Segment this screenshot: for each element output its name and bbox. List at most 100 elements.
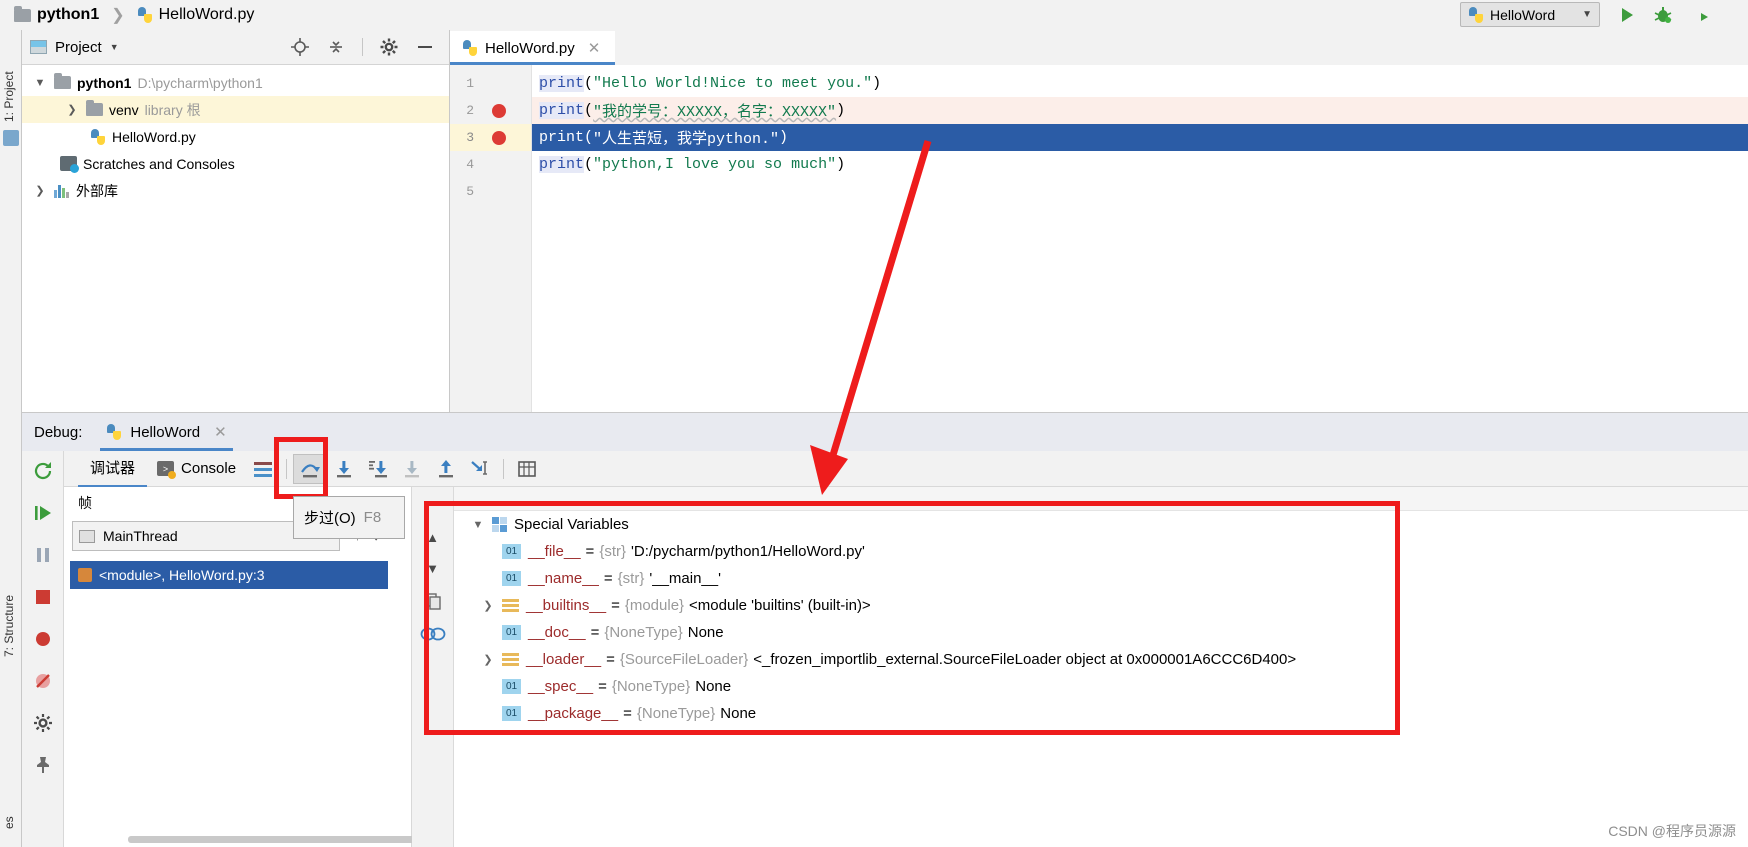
breakpoint-icon[interactable] — [492, 104, 506, 118]
debug-tool-window: Debug: HelloWord ✕ 调试器 > Console 帧 MainT… — [22, 412, 1748, 847]
tree-item-label: python1 — [77, 74, 132, 91]
variable-name: Special Variables — [514, 516, 629, 533]
gear-icon[interactable] — [379, 37, 399, 57]
chevron-right-icon[interactable]: ❯ — [474, 599, 502, 612]
pin-tab-icon[interactable] — [31, 753, 55, 777]
move-up-icon[interactable]: ▲ — [426, 530, 439, 545]
gutter-row[interactable]: 1 — [450, 70, 531, 97]
variable-value: <_frozen_importlib_external.SourceFileLo… — [753, 651, 1297, 668]
collapse-all-icon[interactable] — [326, 37, 346, 57]
breadcrumb-project[interactable]: python1 — [37, 6, 99, 24]
code-line-5[interactable] — [532, 178, 1748, 205]
step-out-icon[interactable] — [429, 454, 463, 484]
close-icon[interactable]: ✕ — [214, 423, 227, 441]
python-file-icon — [90, 128, 106, 145]
sidebar-tab-structure[interactable]: 7: Structure — [2, 571, 20, 657]
hide-panel-icon[interactable] — [415, 37, 435, 57]
watches-icon[interactable] — [420, 626, 446, 642]
code-line-4[interactable]: print("python,I love you so much") — [532, 151, 1748, 178]
mute-breakpoints-icon[interactable] — [31, 669, 55, 693]
variable-row[interactable]: ❯ __loader__ = {SourceFileLoader} <_froz… — [454, 646, 1748, 673]
force-step-into-icon[interactable] — [361, 454, 395, 484]
evaluate-expression-icon[interactable] — [510, 454, 544, 484]
breakpoint-icon[interactable] — [492, 131, 506, 145]
equals-sign: = — [623, 705, 632, 722]
step-over-icon[interactable] — [293, 453, 328, 484]
sidebar-tab-project[interactable]: 1: Project — [2, 42, 20, 122]
editor-tab-hellowordpy[interactable]: HelloWord.py ✕ — [450, 31, 615, 65]
layout-settings-icon[interactable] — [246, 454, 280, 484]
variable-row[interactable]: ❯ __builtins__ = {module} <module 'built… — [454, 592, 1748, 619]
chevron-right-icon[interactable]: ❯ — [64, 103, 80, 116]
folder-icon — [14, 5, 31, 22]
editor-gutter[interactable]: 1 2 3 4 5 — [450, 65, 532, 412]
view-breakpoints-icon[interactable] — [31, 627, 55, 651]
move-down-icon[interactable]: ▼ — [426, 561, 439, 576]
variable-row[interactable]: 01 __name__ = {str} '__main__' — [454, 565, 1748, 592]
variable-row[interactable]: 01 __spec__ = {NoneType} None — [454, 673, 1748, 700]
frames-horizontal-scrollbar[interactable] — [128, 836, 448, 843]
tree-item-scratches[interactable]: Scratches and Consoles — [22, 150, 449, 177]
frame-label: <module>, HelloWord.py:3 — [99, 567, 265, 583]
frame-list-item[interactable]: <module>, HelloWord.py:3 — [70, 561, 388, 589]
gutter-row[interactable]: 5 — [450, 178, 531, 205]
equals-sign: = — [603, 570, 613, 587]
variable-value: '__main__' — [649, 570, 721, 587]
variable-row[interactable]: 01 __file__ = {str} 'D:/pycharm/python1/… — [454, 538, 1748, 565]
chevron-right-icon[interactable]: ❯ — [474, 653, 502, 666]
tree-item-hellowordpy[interactable]: HelloWord.py — [22, 123, 449, 150]
chevron-right-icon[interactable]: ❯ — [32, 184, 48, 197]
run-with-coverage-button[interactable] — [1686, 3, 1712, 27]
code-line-3[interactable]: print("人生苦短，我学python.") — [532, 124, 1748, 151]
close-icon[interactable]: ✕ — [588, 39, 601, 57]
sidebar-tab-favorites[interactable]: es — [2, 809, 20, 829]
breadcrumb-file[interactable]: HelloWord.py — [159, 6, 255, 24]
run-button[interactable] — [1614, 3, 1640, 27]
step-into-my-code-icon[interactable] — [395, 454, 429, 484]
python-session-icon — [106, 424, 122, 440]
tab-console[interactable]: > Console — [147, 460, 246, 479]
variables-side-toolbar: − ▲ ▼ — [412, 487, 454, 847]
code-func: print — [539, 102, 585, 119]
tree-item-venv[interactable]: ❯ venv library 根 — [22, 96, 449, 123]
variables-pane[interactable]: ▼ Special Variables 01 __file__ = {str} … — [454, 487, 1748, 847]
variable-value: None — [695, 678, 732, 695]
module-icon — [502, 598, 519, 613]
chevron-down-icon[interactable]: ▼ — [110, 42, 119, 52]
code-lines[interactable]: print("Hello World!Nice to meet you.") p… — [532, 65, 1748, 412]
gutter-row[interactable]: 4 — [450, 151, 531, 178]
variable-row[interactable]: 01 __doc__ = {NoneType} None — [454, 619, 1748, 646]
tree-item-external-libraries[interactable]: ❯ 外部库 — [22, 177, 449, 204]
chevron-down-icon[interactable]: ▼ — [464, 519, 492, 531]
debug-session-tab[interactable]: HelloWord ✕ — [100, 413, 234, 451]
code-paren-close: ) — [836, 102, 846, 119]
gutter-row[interactable]: 3 — [450, 124, 531, 151]
variable-value: None — [687, 624, 724, 641]
variable-row[interactable]: 01 __package__ = {NoneType} None — [454, 700, 1748, 727]
tab-debugger[interactable]: 调试器 — [78, 451, 148, 487]
chevron-down-icon[interactable]: ▼ — [32, 77, 48, 89]
pause-program-icon[interactable] — [31, 543, 55, 567]
variable-row-special[interactable]: ▼ Special Variables — [454, 511, 1748, 538]
thread-label: MainThread — [103, 528, 178, 544]
tree-item-python1[interactable]: ▼ python1 D:\pycharm\python1 — [22, 69, 449, 96]
settings-gear-icon[interactable] — [31, 711, 55, 735]
gutter-row[interactable]: 2 — [450, 97, 531, 124]
variable-type: {module} — [624, 597, 685, 614]
code-line-2[interactable]: print("我的学号：XXXXX，名字：XXXXX") — [532, 97, 1748, 124]
locate-file-icon[interactable] — [290, 37, 310, 57]
code-line-1[interactable]: print("Hello World!Nice to meet you.") — [532, 70, 1748, 97]
tree-item-detail: library 根 — [144, 101, 201, 118]
code-func: print — [539, 75, 585, 92]
python-file-icon — [137, 7, 153, 23]
step-into-icon[interactable] — [327, 454, 361, 484]
copy-value-icon[interactable] — [424, 592, 442, 610]
run-to-cursor-icon[interactable] — [463, 454, 497, 484]
rerun-icon[interactable] — [31, 459, 55, 483]
stop-program-icon[interactable] — [31, 585, 55, 609]
code-area: 1 2 3 4 5 print("Hello World!Nice to mee… — [450, 65, 1748, 412]
resume-program-icon[interactable] — [31, 501, 55, 525]
debug-button[interactable] — [1650, 3, 1676, 27]
remove-watch-icon[interactable]: − — [427, 493, 438, 514]
run-configuration-selector[interactable]: HelloWord ▼ — [1460, 2, 1600, 27]
